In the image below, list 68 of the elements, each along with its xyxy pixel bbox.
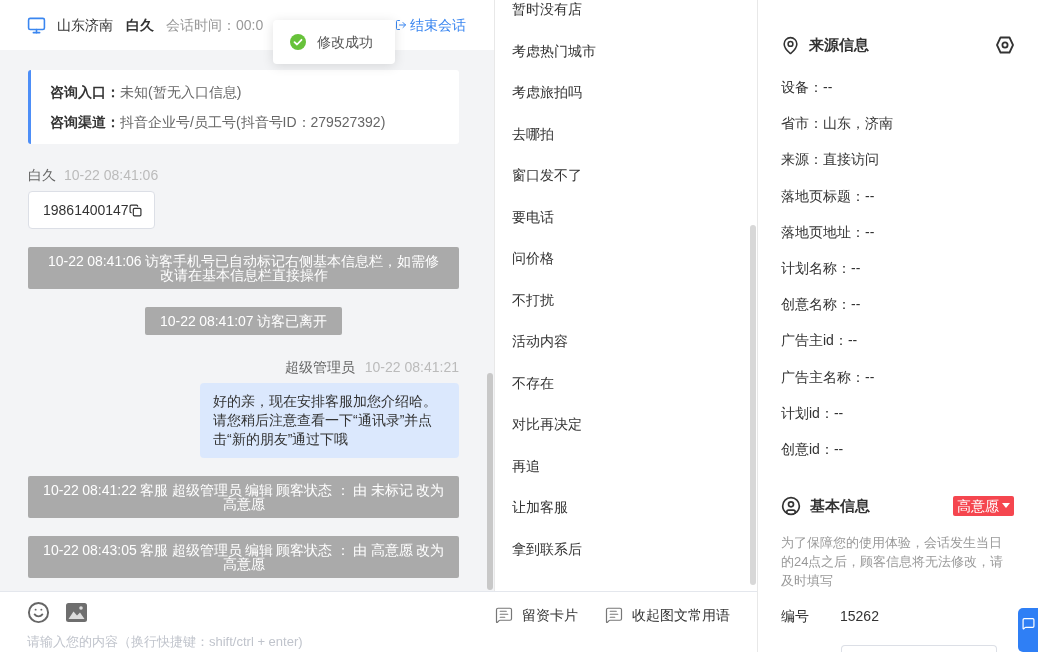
message-time: 10-22 08:41:06 (64, 165, 159, 185)
message-text: 好的亲，现在安排客服加您介绍哈。请您稍后注意查看一下“通讯录”并点击“新的朋友”通过下哦 (213, 392, 438, 449)
quick-reply-item[interactable]: 活动内容 (512, 332, 568, 350)
source-field: 广告主名称：-- (781, 366, 875, 387)
source-field: 广告主id：-- (781, 330, 858, 351)
monitor-icon (27, 15, 46, 35)
user-circle-icon (781, 495, 801, 516)
chat-bubble-icon (1021, 617, 1035, 630)
entry-label: 咨询渠道： (50, 113, 120, 132)
success-check-icon (290, 34, 306, 50)
section-title: 基本信息 (810, 495, 870, 516)
quick-reply-item[interactable]: 去哪拍 (512, 124, 554, 143)
scrollbar-thumb[interactable] (487, 373, 493, 590)
entry-value: 未知(暂无入口信息) (120, 83, 242, 102)
visitor-name: 白久 (126, 15, 154, 35)
toolbar-button[interactable]: 收起图文常用语 (605, 604, 730, 626)
end-session-button[interactable]: 结束会话 (395, 14, 466, 36)
sender-name: 白久 (28, 165, 56, 185)
source-field: 落地页标题：-- (781, 185, 875, 206)
exit-icon (395, 19, 407, 31)
quick-reply-item[interactable]: 不存在 (512, 373, 554, 392)
quick-reply-item[interactable]: 再追 (512, 456, 540, 475)
quick-reply-item[interactable]: 拿到联系后 (512, 539, 582, 558)
info-note: 为了保障您的使用体验，会话发生当日的24点之后，顾客信息将无法修改，请及时填写 (781, 533, 1005, 590)
message-time: 10-22 08:41:21 (364, 357, 459, 377)
status-dropdown[interactable]: 高意愿 (953, 495, 1014, 516)
source-field: 省市：山东，济南 (781, 113, 893, 134)
quick-reply-item[interactable]: 不打扰 (512, 290, 554, 309)
quick-reply-item[interactable]: 问价格 (512, 249, 554, 267)
source-field: 来源：直接访问 (781, 149, 879, 170)
floating-chat-button[interactable] (1018, 608, 1038, 652)
source-field: 创意名称：-- (781, 294, 861, 315)
toolbar-button[interactable]: 留资卡片 (495, 604, 578, 626)
quick-reply-item[interactable]: 考虑旅拍吗 (512, 83, 582, 101)
entry-label: 咨询入口： (50, 83, 120, 102)
quick-reply-item[interactable]: 窗口发不了 (512, 166, 582, 184)
field-label: 编号 (781, 606, 810, 626)
location-pin-icon (781, 35, 800, 55)
input-field[interactable] (841, 644, 997, 652)
source-field: 计划名称：-- (781, 257, 861, 278)
quick-reply-item[interactable]: 让加客服 (512, 498, 568, 516)
visitor-location: 山东济南 (57, 15, 113, 35)
image-icon[interactable] (66, 602, 87, 622)
system-notice: 10-22 08:43:05 客服 超级管理员 编辑 顾客状态 ： 由 高意愿 改为高意愿 (28, 536, 459, 578)
toast-message: 修改成功 (317, 32, 373, 52)
session-time: 会话时间：00:0 (166, 15, 264, 35)
copy-icon[interactable] (128, 203, 142, 217)
emoji-icon[interactable] (27, 600, 50, 624)
quick-reply-item[interactable]: 考虑热门城市 (512, 41, 596, 60)
caret-icon (1002, 503, 1010, 509)
system-notice: 10-22 08:41:22 客服 超级管理员 编辑 顾客状态 ： 由 未标记 改为高意愿 (28, 476, 459, 518)
scrollbar-thumb[interactable] (750, 225, 756, 585)
source-field: 落地页地址：-- (781, 221, 875, 242)
settings-icon[interactable] (996, 36, 1014, 54)
field-value: 15262 (840, 606, 879, 626)
quick-reply-item[interactable]: 要电话 (512, 207, 554, 226)
sender-name: 超级管理员 (284, 357, 355, 377)
system-notice: 10-22 08:41:07 访客已离开 (145, 307, 342, 335)
entry-value: 抖音企业号/员工号(抖音号ID：279527392) (120, 113, 386, 132)
system-notice: 10-22 08:41:06 访客手机号已自动标记右侧基本信息栏，如需修改请在基本信息栏直接操作 (28, 247, 459, 289)
message-text: 19861400147 (43, 200, 129, 220)
section-title: 来源信息 (809, 34, 869, 55)
message-input[interactable]: 请输入您的内容（换行快捷键：shift/ctrl + enter) (0, 632, 757, 652)
source-field: 计划id：-- (781, 402, 844, 423)
quick-reply-item[interactable]: 对比再决定 (512, 415, 582, 433)
source-field: 创意id：-- (781, 438, 844, 459)
quick-reply-item[interactable]: 暂时没有店 (512, 0, 582, 18)
source-field: 设备：-- (781, 77, 833, 97)
